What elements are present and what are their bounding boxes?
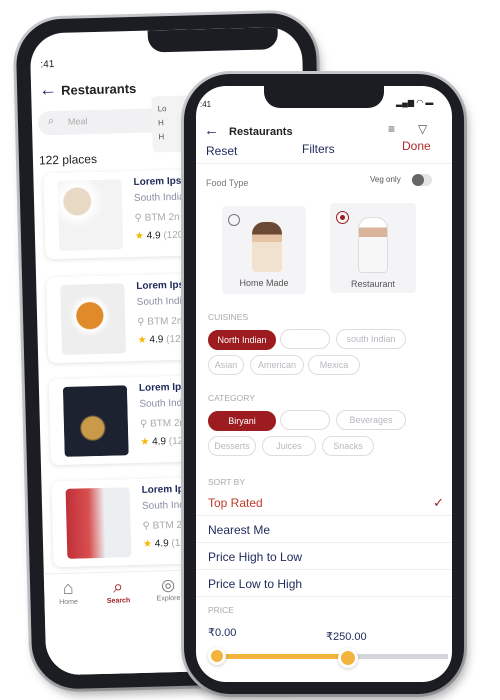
restaurant-cuisine: South India: [139, 397, 191, 410]
veg-only-label: Veg only: [370, 175, 401, 184]
chip-north-indian[interactable]: North Indian: [208, 330, 276, 350]
location-pin-icon: ⚲: [137, 316, 148, 328]
price-max: ₹250.00: [326, 631, 367, 643]
price-slider-min-handle[interactable]: [208, 647, 226, 665]
status-time: :41: [40, 59, 55, 71]
filters-screen: :41 ▂▄▆ ◠ ▬ ← Restaurants ≡ ▽ Reset Filt…: [196, 86, 452, 682]
chef-image: [358, 217, 388, 273]
compass-icon: ◎: [160, 577, 176, 595]
chip-south-indian[interactable]: south Indian: [336, 329, 406, 349]
restaurant-image: [60, 283, 127, 355]
page-title: Restaurants: [60, 80, 137, 98]
back-arrow-icon[interactable]: ←: [39, 79, 58, 100]
chip-biryani[interactable]: Biryani: [208, 411, 276, 431]
chip-american[interactable]: American: [250, 355, 304, 375]
star-icon: ★: [137, 334, 147, 346]
filter-icon[interactable]: ▽: [418, 122, 427, 136]
sort-by-label: SORT BY: [208, 477, 246, 487]
notch: [264, 86, 384, 108]
chip-empty[interactable]: [280, 329, 330, 349]
restaurant-name: Lorem Ips: [138, 381, 187, 394]
chip-juices[interactable]: Juices: [262, 436, 316, 456]
veg-only-toggle[interactable]: [412, 174, 432, 186]
radio-button-selected[interactable]: [336, 211, 349, 224]
food-type-label: Food Type: [206, 178, 249, 188]
star-icon: ★: [134, 230, 145, 242]
location-pin-icon: ⚲: [142, 520, 153, 532]
price-slider-range: [216, 654, 347, 659]
restaurant-image: [62, 385, 129, 457]
chip-snacks[interactable]: Snacks: [322, 436, 374, 456]
chip-empty[interactable]: [280, 410, 330, 430]
page-title: Restaurants: [229, 126, 293, 138]
price-slider-max-handle[interactable]: [338, 648, 358, 668]
sort-top-rated[interactable]: Top Rated ✓: [196, 490, 452, 516]
reset-button[interactable]: Reset: [206, 144, 237, 158]
search-icon: ⌕: [47, 115, 55, 128]
price-label: PRICE: [208, 605, 234, 615]
notch: [147, 27, 279, 53]
tab-search[interactable]: ⌕ Search: [98, 576, 139, 605]
restaurant-location: ⚲ BTM 2n: [139, 417, 186, 430]
sort-price-low-high[interactable]: Price Low to High: [196, 571, 452, 597]
sort-icon[interactable]: ≡: [388, 122, 395, 136]
category-label: CATEGORY: [208, 393, 255, 403]
restaurant-cuisine: South India: [136, 295, 188, 308]
restaurant-location: ⚲ BTM 2n: [134, 211, 180, 224]
chip-beverages[interactable]: Beverages: [336, 410, 406, 430]
search-icon: ⌕: [112, 576, 124, 597]
status-icons: ▂▄▆ ◠ ▬: [396, 98, 434, 107]
restaurant-rating: ★ 4.9 (120: [137, 333, 187, 346]
results-count: 122 places: [38, 151, 98, 168]
star-icon: ★: [140, 436, 150, 448]
restaurant-rating: ★ 4.9 (120: [134, 229, 184, 242]
checkmark-icon: ✓: [433, 495, 444, 510]
radio-button[interactable]: [228, 214, 240, 226]
location-pin-icon: ⚲: [134, 212, 145, 224]
front-phone: :41 ▂▄▆ ◠ ▬ ← Restaurants ≡ ▽ Reset Filt…: [184, 74, 464, 694]
restaurant-image: [65, 487, 132, 559]
star-icon: ★: [142, 538, 153, 550]
sort-price-high-low[interactable]: Price High to Low: [196, 544, 452, 570]
chip-asian[interactable]: Asian: [208, 355, 244, 375]
back-arrow-icon[interactable]: ←: [204, 122, 219, 139]
cuisines-label: CUISINES: [208, 312, 249, 322]
price-min: ₹0.00: [208, 627, 237, 639]
chip-mexican[interactable]: Mexica: [308, 355, 360, 375]
tab-explore[interactable]: ◎ Explore: [148, 575, 189, 603]
done-button[interactable]: Done: [402, 139, 431, 153]
search-placeholder: Meal: [67, 116, 88, 127]
tab-home[interactable]: ⌂ Home: [50, 577, 87, 606]
restaurant-location: ⚲ BTM 2n: [137, 315, 183, 328]
restaurant-location: ⚲ BTM 2n: [142, 519, 188, 532]
restaurant-rating: ★ 4.9 (120: [140, 435, 189, 448]
divider: [196, 163, 452, 164]
home-icon: ⌂: [62, 577, 74, 598]
restaurant-image: [57, 179, 124, 251]
filters-title: Filters: [302, 142, 335, 156]
status-time: :41: [200, 100, 212, 109]
restaurant-cuisine: South India: [133, 191, 185, 204]
restaurant-name: Lorem Ips: [141, 483, 190, 496]
location-pin-icon: ⚲: [139, 418, 151, 430]
chip-desserts[interactable]: Desserts: [208, 436, 256, 456]
food-type-restaurant[interactable]: Restaurant: [330, 203, 416, 293]
restaurant-name: Lorem Ips: [133, 175, 182, 188]
restaurant-name: Lorem Ips: [136, 279, 185, 292]
home-cook-image: [252, 222, 282, 272]
sort-nearest-me[interactable]: Nearest Me: [196, 517, 452, 543]
food-type-home-made[interactable]: Home Made: [222, 206, 306, 294]
